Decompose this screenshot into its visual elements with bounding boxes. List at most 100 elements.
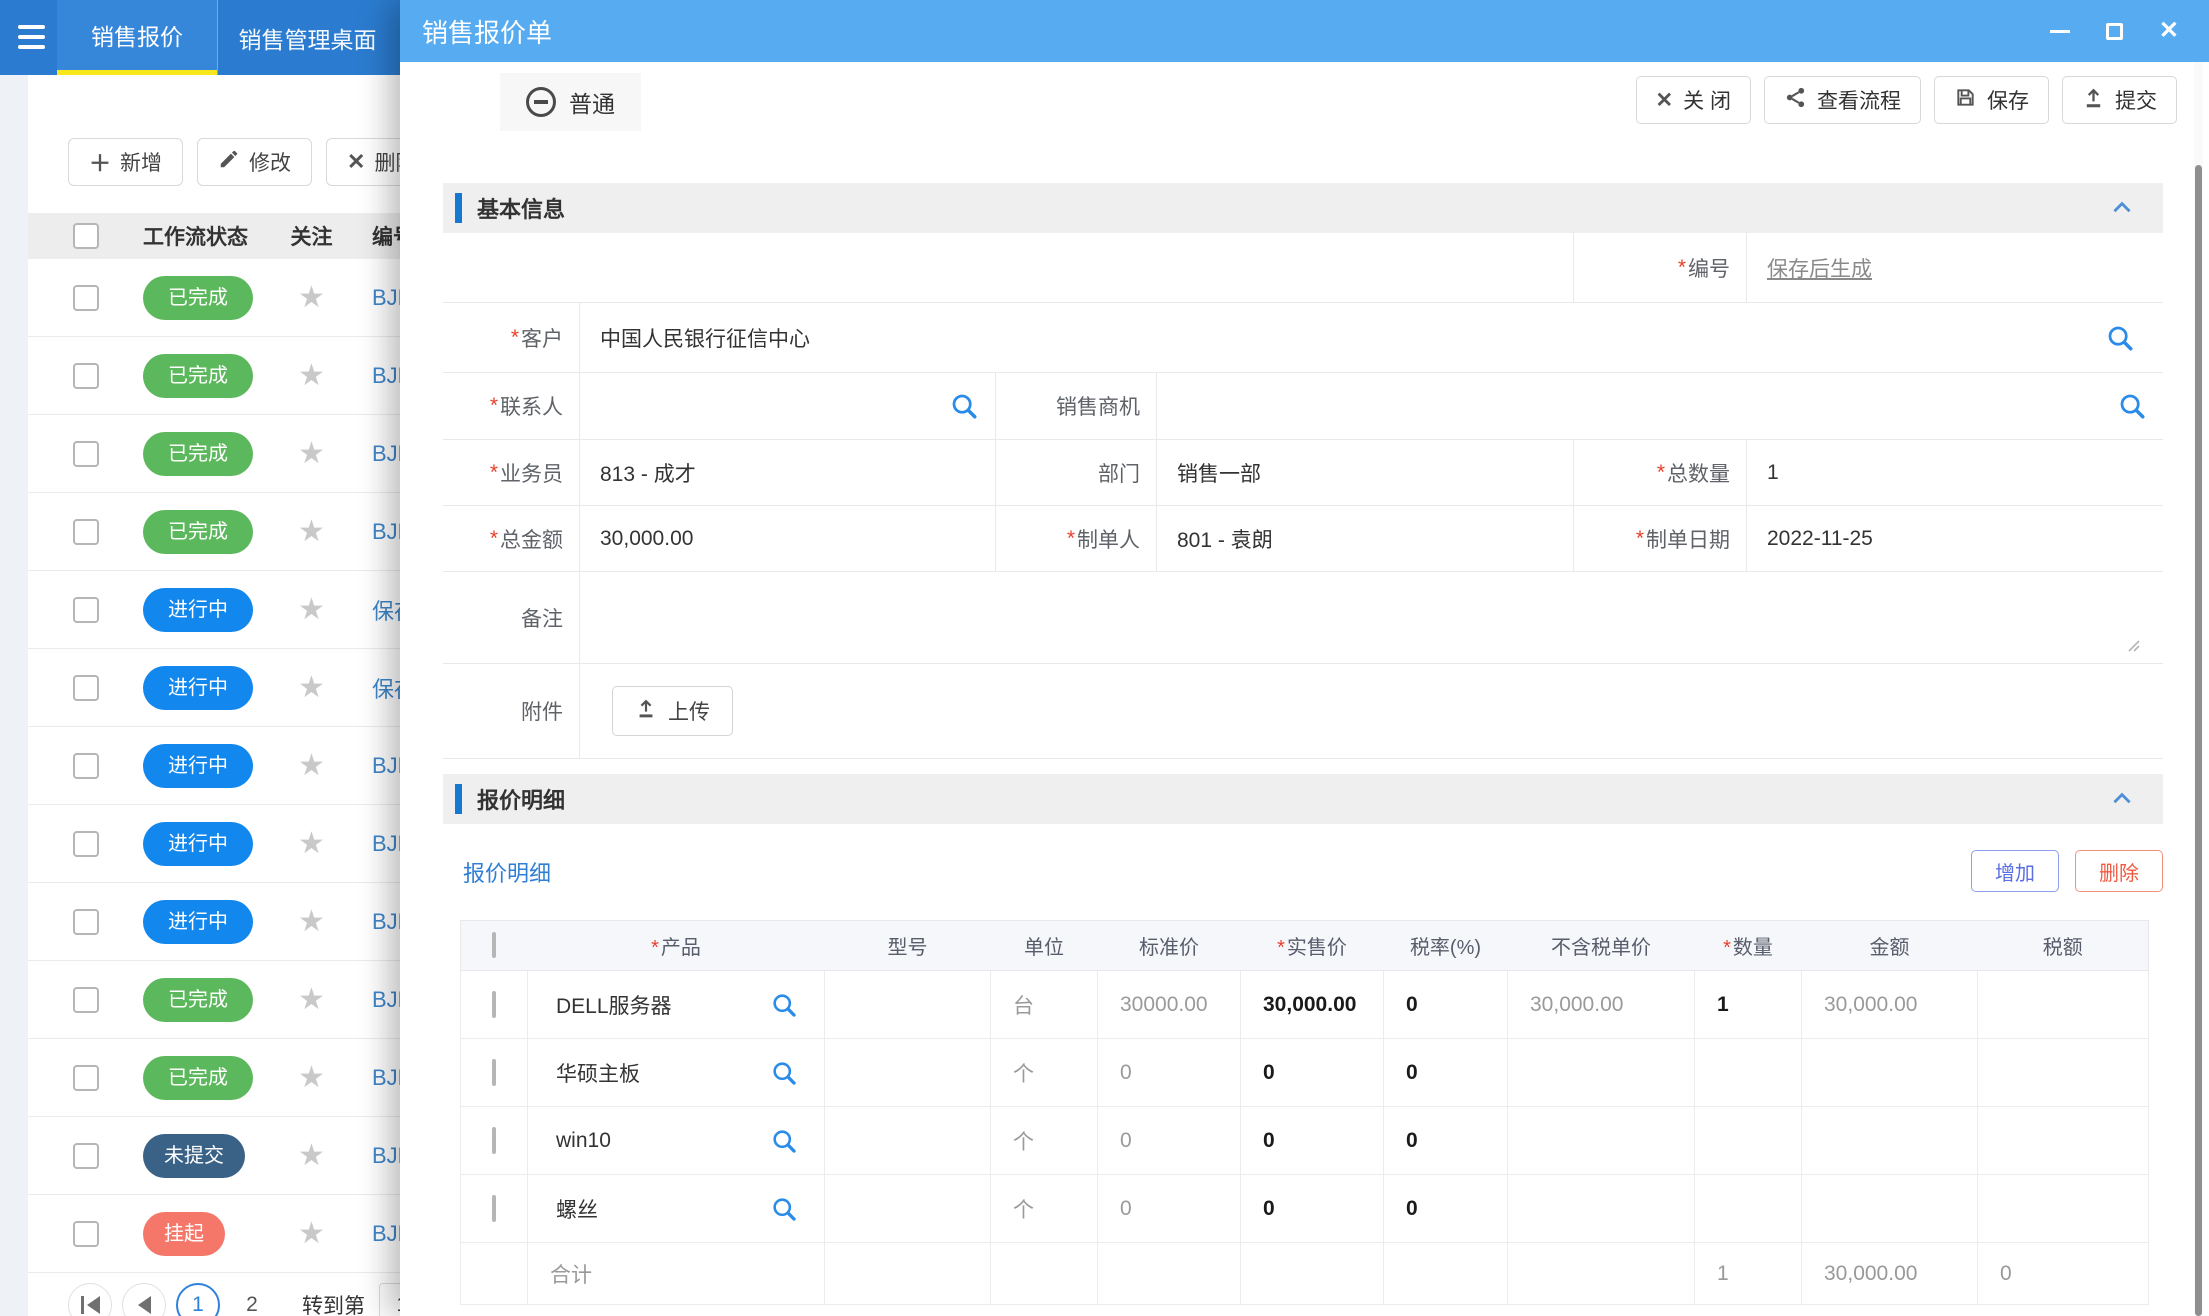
- contact-field[interactable]: [580, 373, 996, 440]
- sale-price-cell[interactable]: 0: [1241, 1039, 1384, 1107]
- total-qty-field[interactable]: 1: [1747, 440, 2163, 506]
- star-icon[interactable]: ★: [298, 1063, 325, 1093]
- search-icon[interactable]: [770, 1059, 798, 1087]
- product-cell[interactable]: DELL服务器: [528, 971, 825, 1039]
- submit-button[interactable]: 提交: [2062, 76, 2177, 124]
- star-icon[interactable]: ★: [298, 985, 325, 1015]
- row-checkbox[interactable]: [73, 285, 99, 311]
- row-checkbox[interactable]: [73, 753, 99, 779]
- add-button[interactable]: ＋ 新增: [68, 138, 183, 186]
- product-cell[interactable]: 华硕主板: [528, 1039, 825, 1107]
- tab-sales-quote[interactable]: 销售报价: [57, 0, 217, 75]
- row-checkbox[interactable]: [73, 1143, 99, 1169]
- scrollbar-track[interactable]: [2194, 62, 2203, 1316]
- star-icon[interactable]: ★: [298, 829, 325, 859]
- product-cell[interactable]: 螺丝: [528, 1175, 825, 1243]
- upload-button[interactable]: 上传: [612, 686, 733, 736]
- section-accent-bar: [455, 784, 462, 814]
- row-checkbox[interactable]: [492, 991, 496, 1018]
- qty-cell[interactable]: 1: [1695, 971, 1802, 1039]
- row-checkbox[interactable]: [73, 441, 99, 467]
- row-checkbox[interactable]: [492, 1127, 496, 1154]
- close-icon: ✕: [1656, 88, 1674, 113]
- star-icon[interactable]: ★: [298, 283, 325, 313]
- opportunity-field[interactable]: [1157, 373, 2163, 440]
- hamburger-menu-icon[interactable]: [18, 20, 48, 54]
- no-tax-price-cell: 30,000.00: [1508, 971, 1695, 1039]
- row-checkbox[interactable]: [73, 597, 99, 623]
- chevron-up-icon[interactable]: [2109, 195, 2135, 221]
- section-title: 报价明细: [477, 783, 565, 815]
- row-checkbox[interactable]: [73, 909, 99, 935]
- amount-cell: [1802, 1107, 1978, 1175]
- close-icon[interactable]: ✕: [2159, 19, 2179, 43]
- scrollbar-thumb[interactable]: [2195, 165, 2202, 1316]
- product-cell[interactable]: win10: [528, 1107, 825, 1175]
- create-date-field[interactable]: 2022-11-25: [1747, 506, 2163, 572]
- prev-page-button[interactable]: [122, 1283, 166, 1316]
- tax-rate-cell[interactable]: 0: [1384, 1039, 1508, 1107]
- star-icon[interactable]: ★: [298, 595, 325, 625]
- tab-sales-desktop[interactable]: 销售管理桌面: [217, 0, 397, 75]
- customer-field[interactable]: 中国人民银行征信中心: [580, 303, 2163, 373]
- resize-grip-icon[interactable]: [2123, 635, 2141, 653]
- row-checkbox[interactable]: [73, 363, 99, 389]
- view-flow-button[interactable]: 查看流程: [1764, 76, 1921, 124]
- status-badge: 进行中: [143, 588, 253, 632]
- row-checkbox[interactable]: [73, 831, 99, 857]
- star-icon[interactable]: ★: [298, 517, 325, 547]
- star-icon[interactable]: ★: [298, 361, 325, 391]
- search-icon[interactable]: [949, 391, 979, 421]
- row-checkbox[interactable]: [73, 675, 99, 701]
- save-button[interactable]: 保存: [1934, 76, 2049, 124]
- edit-button[interactable]: 修改: [197, 138, 312, 186]
- page-2-button[interactable]: 2: [230, 1283, 274, 1316]
- star-icon[interactable]: ★: [298, 673, 325, 703]
- page-1-button[interactable]: 1: [176, 1283, 220, 1316]
- close-dialog-button[interactable]: ✕ 关 闭: [1636, 76, 1751, 124]
- star-icon[interactable]: ★: [298, 907, 325, 937]
- column-sale-price: *实售价: [1241, 921, 1384, 971]
- tax-rate-cell[interactable]: 0: [1384, 971, 1508, 1039]
- sale-price-cell[interactable]: 0: [1241, 1175, 1384, 1243]
- attachment-label: 附件: [443, 664, 580, 759]
- select-all-checkbox[interactable]: [73, 223, 99, 249]
- search-icon[interactable]: [770, 991, 798, 1019]
- tax-rate-cell[interactable]: 0: [1384, 1107, 1508, 1175]
- tax-rate-cell[interactable]: 0: [1384, 1175, 1508, 1243]
- detail-tab[interactable]: 报价明细: [463, 856, 551, 888]
- search-icon[interactable]: [770, 1127, 798, 1155]
- column-tax-rate: 税率(%): [1384, 921, 1508, 971]
- workflow-state-chip[interactable]: 普通: [500, 73, 641, 131]
- row-checkbox[interactable]: [73, 1065, 99, 1091]
- qty-cell[interactable]: [1695, 1107, 1802, 1175]
- select-all-checkbox[interactable]: [492, 932, 496, 958]
- department-field[interactable]: 销售一部: [1157, 440, 1574, 506]
- first-page-button[interactable]: [68, 1283, 112, 1316]
- creator-field[interactable]: 801 - 袁朗: [1157, 506, 1574, 572]
- star-icon[interactable]: ★: [298, 1219, 325, 1249]
- search-icon[interactable]: [2105, 323, 2135, 353]
- row-checkbox[interactable]: [73, 1221, 99, 1247]
- row-checkbox[interactable]: [73, 519, 99, 545]
- add-row-button[interactable]: 增加: [1971, 850, 2059, 892]
- search-icon[interactable]: [770, 1195, 798, 1223]
- star-icon[interactable]: ★: [298, 439, 325, 469]
- row-checkbox[interactable]: [492, 1195, 496, 1222]
- salesman-field[interactable]: 813 - 成才: [580, 440, 996, 506]
- row-checkbox[interactable]: [492, 1059, 496, 1086]
- row-checkbox[interactable]: [73, 987, 99, 1013]
- minimize-icon[interactable]: [2050, 30, 2070, 33]
- star-icon[interactable]: ★: [298, 751, 325, 781]
- delete-row-button[interactable]: 删除: [2075, 850, 2163, 892]
- maximize-icon[interactable]: [2106, 23, 2123, 40]
- star-icon[interactable]: ★: [298, 1141, 325, 1171]
- qty-cell[interactable]: [1695, 1175, 1802, 1243]
- chevron-up-icon[interactable]: [2109, 786, 2135, 812]
- remark-field[interactable]: [580, 572, 2163, 664]
- search-icon[interactable]: [2117, 391, 2147, 421]
- total-amount-field[interactable]: 30,000.00: [580, 506, 996, 572]
- qty-cell[interactable]: [1695, 1039, 1802, 1107]
- sale-price-cell[interactable]: 0: [1241, 1107, 1384, 1175]
- sale-price-cell[interactable]: 30,000.00: [1241, 971, 1384, 1039]
